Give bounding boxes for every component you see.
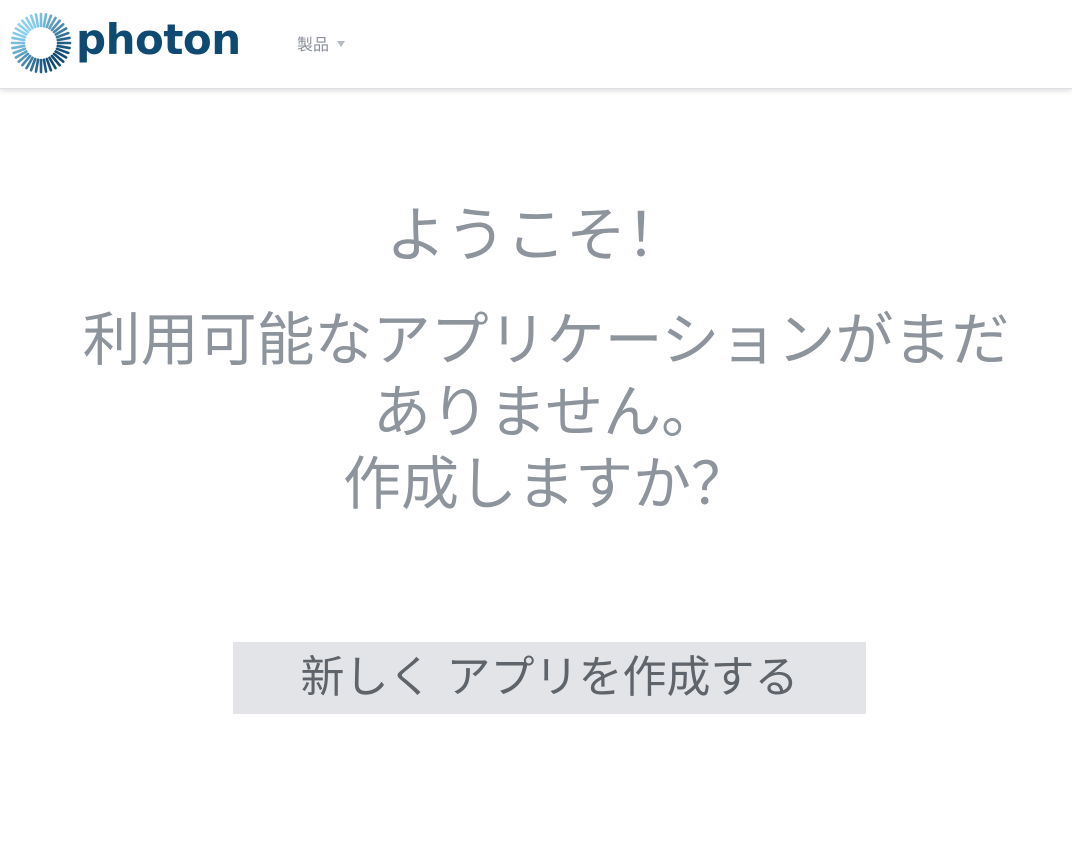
logo-text: photon (76, 15, 241, 64)
caret-down-icon (337, 41, 346, 47)
create-new-app-button[interactable]: 新しく アプリを作成する (233, 642, 866, 714)
top-header: photon 製品 (0, 0, 1072, 89)
logo-link[interactable]: photon (10, 12, 241, 74)
nav-products-menu[interactable]: 製品 (297, 31, 346, 55)
nav-products-label: 製品 (297, 35, 330, 54)
welcome-heading: ようこそ！ (386, 201, 686, 271)
photon-sunburst-icon (10, 12, 72, 74)
empty-state-line-2: 作成しますか？ (342, 450, 749, 518)
empty-state-message: 利用可能なアプリケーションがまだありません。 作成しますか？ (60, 304, 1032, 520)
empty-state-line-1: 利用可能なアプリケーションがまだありません。 (82, 306, 1010, 446)
